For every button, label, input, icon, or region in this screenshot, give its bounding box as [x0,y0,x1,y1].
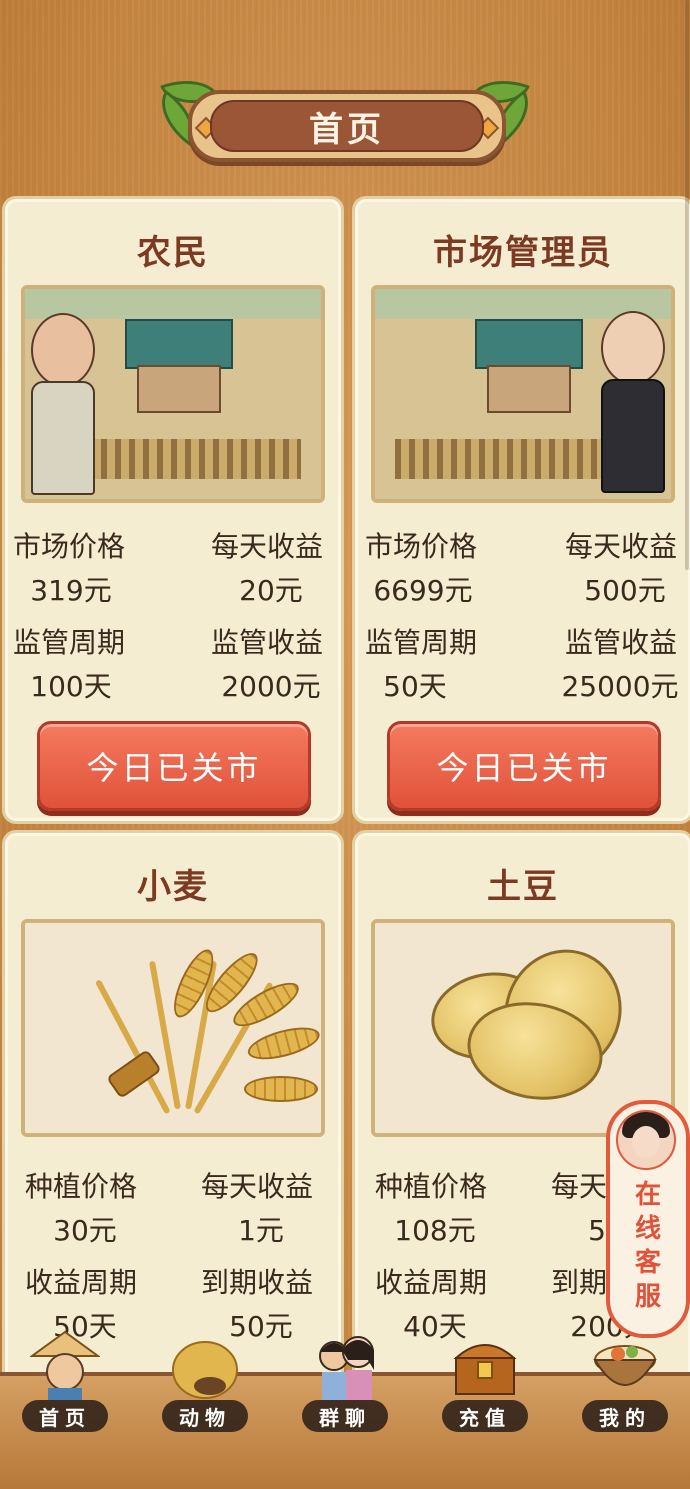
nav-item-animals[interactable]: 动物 [150,1330,260,1440]
farmer-village-scene [21,285,325,503]
page-title: 首页 [210,100,484,152]
stat-value: 319元 [30,574,112,607]
nav-label: 我的 [582,1400,668,1432]
nav-item-recharge[interactable]: 充值 [430,1330,540,1440]
customer-service-avatar-icon [616,1110,676,1170]
stat-label: 监管周期 [365,626,478,659]
nav-label: 动物 [162,1400,248,1432]
stat-label: 监管收益 [565,626,678,659]
card-title: 市场管理员 [433,233,613,273]
stat-value: 30元 [53,1214,117,1247]
online-service-button[interactable]: 在 线 客 服 [606,1100,690,1338]
stat-value: 100天 [30,670,112,703]
online-service-label: 在 线 客 服 [634,1180,661,1312]
nav-label: 群聊 [302,1400,388,1432]
stat-label: 到期收益 [201,1266,314,1299]
market-closed-button[interactable]: 今日已关市 [387,721,661,811]
stat-value: 2000元 [221,670,321,703]
couple-icon [319,1336,374,1400]
food-bowl-icon [593,1345,657,1386]
product-card-wheat: 小麦 种植价格 30元 每天收益 1元 收益周期 50天 到期收益 50元 [2,830,344,1396]
stat-label: 种植价格 [375,1170,488,1203]
nav-label: 充值 [442,1400,528,1432]
scrollbar[interactable] [685,0,689,570]
stat-label: 监管周期 [13,626,126,659]
page-header: 首页 [147,68,543,162]
card-title: 小麦 [137,867,209,907]
stat-value: 50天 [383,670,447,703]
haystack-icon [172,1341,238,1399]
stat-label: 监管收益 [211,626,324,659]
farmer-character [31,313,95,495]
stat-label: 种植价格 [25,1170,138,1203]
stat-value: 108元 [394,1214,476,1247]
stat-label: 收益周期 [375,1266,488,1299]
stat-value: 1元 [238,1214,284,1247]
stat-value: 25000元 [561,670,679,703]
card-title: 农民 [137,233,209,273]
nav-item-group-chat[interactable]: 群聊 [290,1330,400,1440]
nav-item-home[interactable]: 首页 [10,1330,120,1440]
stat-label: 收益周期 [25,1266,138,1299]
product-card-market-manager: 市场管理员 市场价格 6699元 每天收益 500元 监管周期 50天 监管收益… [352,196,690,824]
stat-label: 每天收益 [211,530,324,563]
product-card-farmer: 农民 市场价格 319元 每天收益 20元 监管周期 100天 监管收益 200… [2,196,344,824]
stat-label: 市场价格 [365,530,478,563]
stat-value: 500元 [584,574,666,607]
stat-value: 20元 [239,574,303,607]
nav-label: 首页 [22,1400,108,1432]
market-manager-village-scene [371,285,675,503]
stat-value: 6699元 [373,574,473,607]
card-title: 土豆 [487,867,559,907]
manager-character [601,311,665,493]
header-sign: 首页 [188,90,506,162]
farmer-hat-icon [30,1330,100,1400]
stat-label: 每天收益 [201,1170,314,1203]
wheat-bundle [21,919,325,1137]
nav-item-mine[interactable]: 我的 [570,1330,680,1440]
stat-label: 市场价格 [13,530,126,563]
stat-label: 每天收益 [565,530,678,563]
treasure-chest-icon [453,1344,517,1395]
market-closed-button[interactable]: 今日已关市 [37,721,311,811]
